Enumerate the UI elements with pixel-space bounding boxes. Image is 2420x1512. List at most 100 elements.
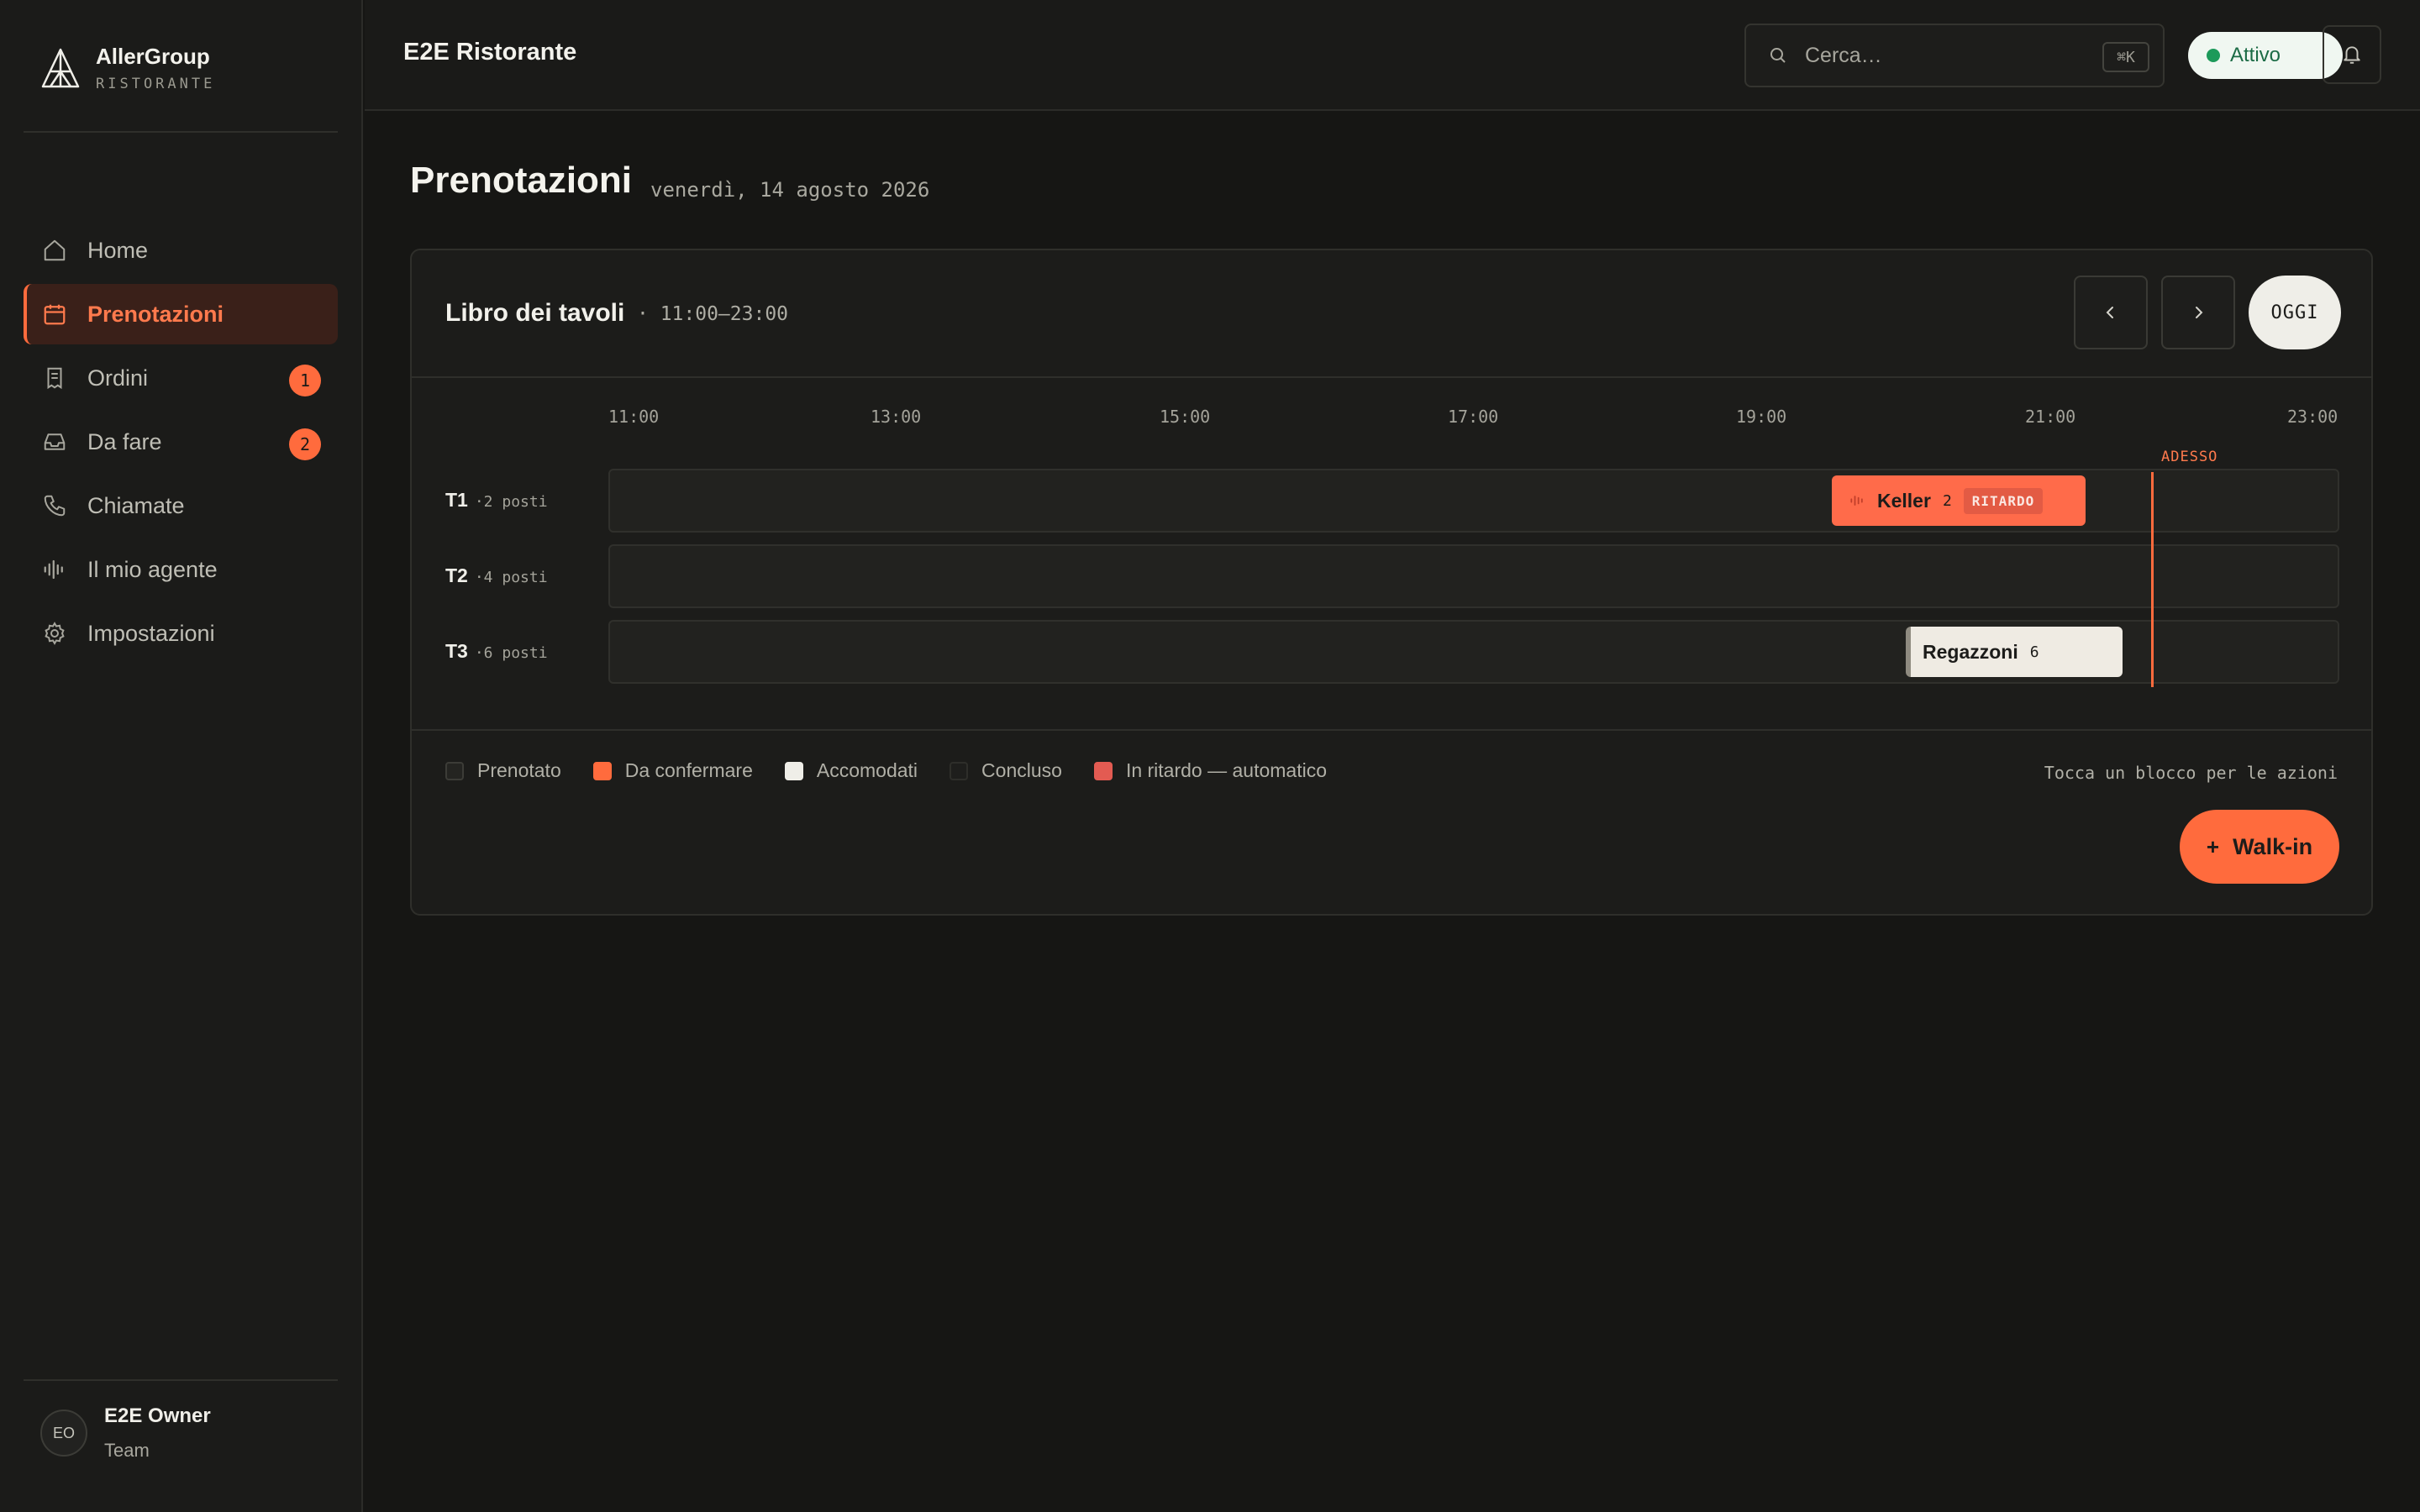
brand[interactable]: AllerGroup RISTORANTE (40, 42, 215, 92)
legend-swatch (784, 761, 803, 780)
legend-item: In ritardo — automatico (1093, 759, 1327, 782)
action-hint: Tocca un blocco per le azioni (2044, 763, 2338, 783)
receipt-icon (47, 367, 62, 390)
inbox-icon (44, 433, 66, 450)
user-role: Team (104, 1440, 150, 1461)
todo-count-badge: 2 (289, 428, 321, 460)
time-tick: 11:00 (608, 407, 660, 427)
notifications-button[interactable] (2323, 25, 2381, 84)
search-shortcut: ⌘K (2102, 42, 2149, 72)
legend-item: Prenotato (445, 759, 561, 782)
walk-in-button[interactable]: + Walk-in (2180, 810, 2339, 884)
sidebar-item-label: Impostazioni (87, 620, 215, 646)
plus-icon: + (2206, 833, 2220, 859)
time-tick: 15:00 (1160, 407, 1211, 427)
search-placeholder: Cerca… (1805, 43, 1882, 67)
page-date: venerdì, 14 agosto 2026 (650, 178, 930, 202)
home-icon (44, 239, 66, 261)
legend-label: In ritardo — automatico (1125, 759, 1327, 781)
legend-swatch (445, 761, 464, 780)
calendar-icon (44, 304, 66, 325)
table-name: T1 (445, 489, 468, 511)
walk-in-label: Walk-in (2233, 833, 2313, 859)
sidebar-nav: Home Prenotazioni Ordini 1 Da fare 2 Chi… (24, 220, 338, 667)
sidebar-item-home[interactable]: Home (24, 220, 338, 281)
status-badge[interactable]: Attivo (2188, 32, 2343, 79)
sidebar-item-label: Da fare (87, 428, 162, 454)
time-tick: 23:00 (2287, 407, 2338, 427)
gear-icon (45, 622, 65, 645)
sidebar: AllerGroup RISTORANTE Home Prenotazioni … (0, 0, 363, 1512)
sidebar-item-label: Prenotazioni (87, 301, 224, 327)
now-label: ADESSO (2161, 449, 2218, 465)
reservation-block[interactable]: Regazzoni 6 (1906, 627, 2123, 677)
brand-subtitle: RISTORANTE (96, 76, 216, 92)
legend-swatch (1093, 761, 1113, 780)
status-label: Attivo (2230, 44, 2281, 66)
search-input[interactable]: Cerca… ⌘K (1744, 24, 2165, 87)
brand-name: AllerGroup (96, 44, 210, 69)
party-size: 6 (2029, 643, 2039, 661)
sidebar-item-agente[interactable]: Il mio agente (24, 539, 338, 600)
user-profile[interactable]: EO E2E Owner Team (40, 1404, 211, 1462)
restaurant-title: E2E Ristorante (403, 39, 577, 66)
brand-logo-icon (41, 48, 80, 88)
sidebar-item-impostazioni[interactable]: Impostazioni (24, 603, 338, 664)
time-tick: 19:00 (1736, 407, 1787, 427)
legend: Prenotato Da confermare Accomodati Concl… (445, 759, 1359, 782)
sidebar-item-label: Home (87, 237, 149, 263)
legend-item: Da confermare (592, 759, 753, 782)
table-seats: ·2 posti (474, 493, 548, 511)
legend-label: Da confermare (624, 759, 753, 781)
chevron-right-icon (2196, 307, 2203, 318)
top-bar: E2E Ristorante Cerca… ⌘K Attivo (365, 0, 2420, 111)
previous-day-button[interactable] (2074, 276, 2148, 349)
party-size: 2 (1942, 491, 1952, 510)
sidebar-divider (24, 1379, 338, 1381)
legend-item: Accomodati (784, 759, 918, 782)
sidebar-item-da-fare[interactable]: Da fare 2 (24, 412, 338, 472)
sidebar-item-label: Chiamate (87, 492, 185, 518)
sidebar-item-label: Ordini (87, 365, 149, 391)
avatar: EO (40, 1410, 87, 1457)
sidebar-item-label: Il mio agente (87, 556, 218, 582)
legend-divider (412, 729, 2371, 731)
sidebar-item-chiamate[interactable]: Chiamate (24, 475, 338, 536)
table-book-card: Libro dei tavoli · 11:00–23:00 OGGI 11:0… (410, 249, 2373, 916)
time-tick: 21:00 (2025, 407, 2076, 427)
legend-label: Prenotato (477, 759, 561, 781)
waveform-icon (44, 559, 63, 580)
reservation-block[interactable]: Keller 2 RITARDO (1832, 475, 2086, 526)
today-button[interactable]: OGGI (2249, 276, 2341, 349)
legend-item: Concluso (950, 759, 1062, 782)
status-dot-icon (2207, 49, 2220, 62)
user-name: E2E Owner (104, 1404, 211, 1427)
sidebar-divider (24, 131, 338, 133)
table-row-label: T2 ·4 posti (445, 564, 548, 587)
orders-count-badge: 1 (289, 365, 321, 396)
next-day-button[interactable] (2161, 276, 2235, 349)
reservation-name: Regazzoni (1923, 640, 2018, 663)
card-header: Libro dei tavoli · 11:00–23:00 OGGI (412, 250, 2371, 378)
legend-label: Concluso (981, 759, 1062, 781)
table-row-label: T3 ·6 posti (445, 640, 548, 663)
time-range: · 11:00–23:00 (637, 303, 789, 325)
sidebar-item-prenotazioni[interactable]: Prenotazioni (24, 284, 338, 344)
search-icon (1770, 48, 1786, 63)
timeline: 11:00 13:00 15:00 17:00 19:00 21:00 23:0… (412, 380, 2371, 729)
table-name: T2 (445, 564, 468, 586)
waveform-icon (1850, 496, 1863, 506)
table-seats: ·6 posti (474, 644, 548, 662)
time-tick: 17:00 (1448, 407, 1499, 427)
table-row[interactable] (608, 544, 2339, 608)
chevron-left-icon (2106, 307, 2113, 318)
sidebar-item-ordini[interactable]: Ordini 1 (24, 348, 338, 408)
phone-icon (44, 495, 66, 517)
table-row-label: T1 ·2 posti (445, 489, 548, 512)
page-title: Prenotazioni (410, 160, 633, 201)
now-indicator (2151, 472, 2154, 687)
table-name: T3 (445, 640, 468, 662)
legend-label: Accomodati (816, 759, 918, 781)
late-badge: RITARDO (1963, 487, 2044, 514)
bell-icon (2344, 46, 2360, 64)
